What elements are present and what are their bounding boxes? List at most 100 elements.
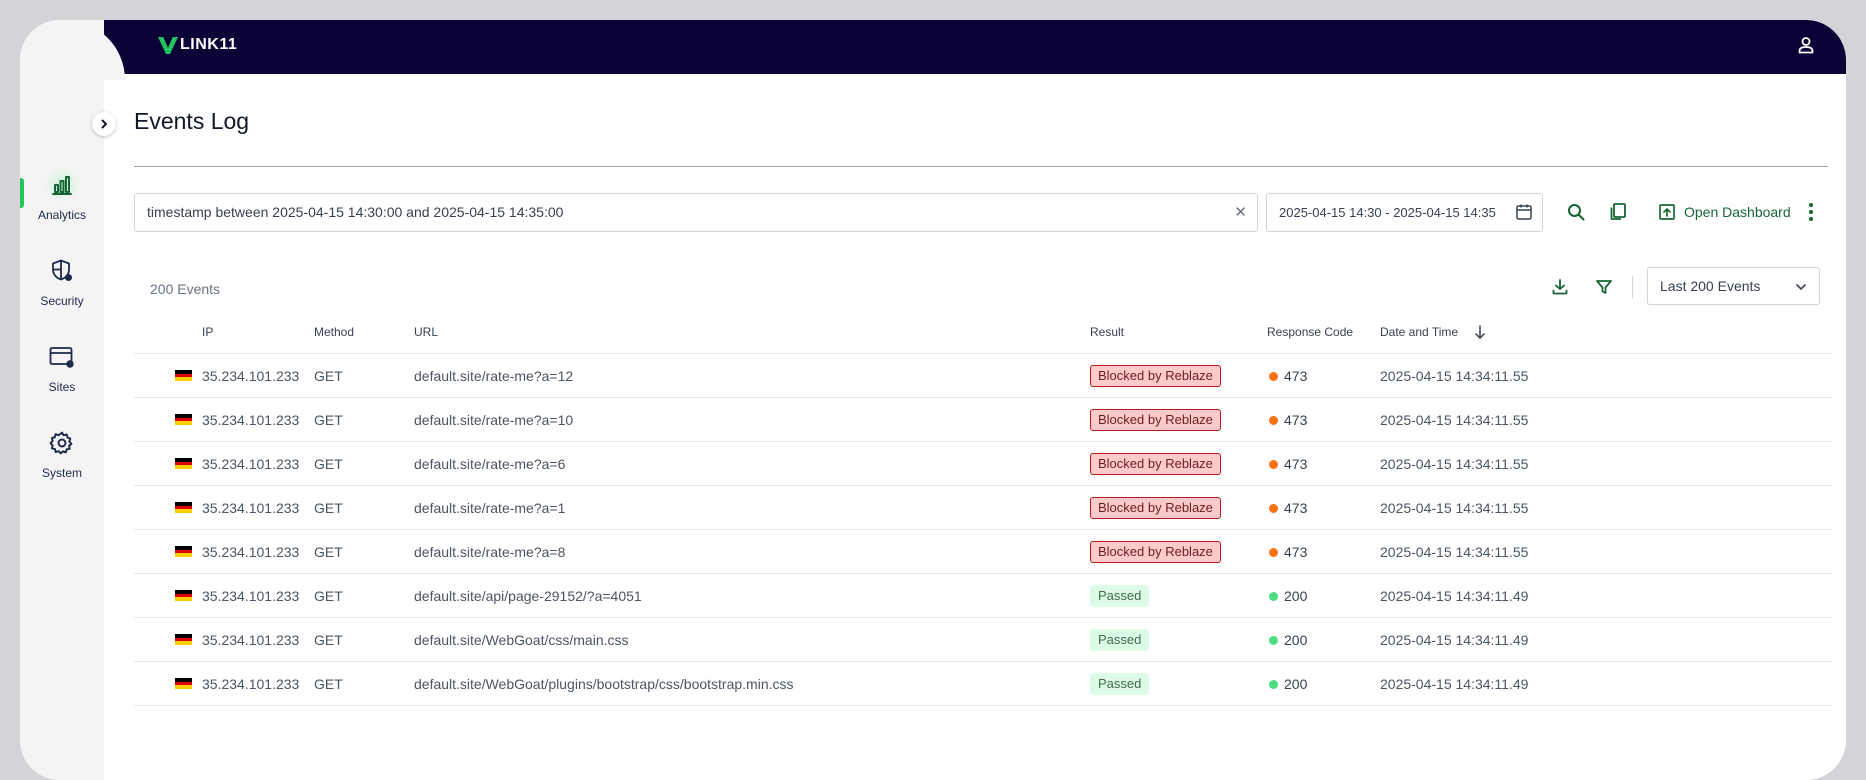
- row-url: default.site/rate-me?a=10: [414, 412, 574, 428]
- germany-flag-icon: [175, 546, 192, 558]
- table-row[interactable]: 35.234.101.233 GET default.site/WebGoat/…: [134, 618, 1832, 662]
- shield-gear-icon: [45, 254, 79, 288]
- row-ip: 35.234.101.233: [202, 544, 300, 560]
- row-response-code: 473: [1284, 412, 1308, 428]
- status-dot: [1269, 372, 1278, 381]
- bar-chart-icon: [45, 168, 79, 202]
- open-external-icon: [1659, 204, 1675, 220]
- result-badge: Blocked by Reblaze: [1090, 453, 1221, 475]
- row-method: GET: [314, 368, 343, 384]
- germany-flag-icon: [175, 370, 192, 382]
- sidebar-item-sites[interactable]: Sites: [20, 340, 104, 394]
- row-response-code: 473: [1284, 544, 1308, 560]
- column-header-ip: IP: [202, 325, 214, 339]
- row-url: default.site/rate-me?a=12: [414, 368, 574, 384]
- events-table: IP Method URL Result Response Code Date …: [134, 310, 1832, 706]
- close-icon[interactable]: ✕: [1234, 194, 1247, 231]
- column-header-date-time[interactable]: Date and Time: [1380, 310, 1485, 354]
- title-divider: [134, 166, 1828, 167]
- table-row[interactable]: 35.234.101.233 GET default.site/rate-me?…: [134, 442, 1832, 486]
- open-dashboard-label: Open Dashboard: [1684, 204, 1791, 220]
- events-limit-value: Last 200 Events: [1660, 278, 1761, 294]
- column-header-result: Result: [1090, 325, 1125, 339]
- logo: LINK11: [158, 36, 237, 54]
- row-date-time: 2025-04-15 14:34:11.55: [1380, 456, 1529, 472]
- download-icon[interactable]: [1548, 275, 1572, 299]
- row-date-time: 2025-04-15 14:34:11.55: [1380, 368, 1529, 384]
- germany-flag-icon: [175, 590, 192, 602]
- table-row[interactable]: 35.234.101.233 GET default.site/rate-me?…: [134, 530, 1832, 574]
- search-query-input[interactable]: timestamp between 2025-04-15 14:30:00 an…: [134, 193, 1258, 232]
- logo-text: LINK11: [180, 36, 238, 53]
- gear-icon: [45, 426, 79, 460]
- column-header-method: Method: [314, 325, 355, 339]
- row-method: GET: [314, 500, 343, 516]
- chevron-right-icon: [101, 119, 107, 129]
- events-count: 200 Events: [150, 281, 221, 297]
- table-row[interactable]: 35.234.101.233 GET default.site/rate-me?…: [134, 486, 1832, 530]
- row-response-code: 473: [1284, 456, 1308, 472]
- result-badge: Blocked by Reblaze: [1090, 497, 1221, 519]
- copy-icon[interactable]: [1606, 200, 1630, 224]
- germany-flag-icon: [175, 502, 192, 514]
- main-content: Events Log timestamp between 2025-04-15 …: [104, 74, 1846, 780]
- calendar-icon: [1516, 204, 1532, 220]
- column-header-date-time-label: Date and Time: [1380, 325, 1459, 339]
- row-url: default.site/api/page-29152/?a=4051: [414, 588, 642, 604]
- sidebar-expand-button[interactable]: [92, 112, 116, 136]
- row-method: GET: [314, 456, 343, 472]
- table-header: IP Method URL Result Response Code Date …: [134, 310, 1832, 354]
- row-url: default.site/WebGoat/css/main.css: [414, 632, 629, 648]
- search-icon[interactable]: [1564, 200, 1588, 224]
- user-icon[interactable]: [1796, 35, 1816, 60]
- search-query-value: timestamp between 2025-04-15 14:30:00 an…: [147, 204, 564, 220]
- page-title: Events Log: [134, 108, 250, 134]
- app-frame: Analytics Security Sites System LINK11 E…: [20, 20, 1846, 780]
- row-ip: 35.234.101.233: [202, 500, 300, 516]
- sidebar-item-analytics[interactable]: Analytics: [20, 168, 104, 222]
- germany-flag-icon: [175, 678, 192, 690]
- table-row[interactable]: 35.234.101.233 GET default.site/rate-me?…: [134, 398, 1832, 442]
- more-options-icon[interactable]: [1801, 200, 1821, 224]
- row-date-time: 2025-04-15 14:34:11.55: [1380, 412, 1529, 428]
- row-ip: 35.234.101.233: [202, 368, 300, 384]
- toolbar-divider: [1632, 276, 1633, 298]
- row-ip: 35.234.101.233: [202, 632, 300, 648]
- row-date-time: 2025-04-15 14:34:11.49: [1380, 632, 1529, 648]
- row-method: GET: [314, 632, 343, 648]
- events-limit-select[interactable]: Last 200 Events: [1647, 267, 1820, 305]
- status-dot: [1269, 592, 1278, 601]
- sidebar-item-label: System: [41, 466, 82, 480]
- status-dot: [1269, 548, 1278, 557]
- sidebar-item-label: Security: [40, 294, 84, 308]
- row-response-code: 473: [1284, 368, 1308, 384]
- date-range-value: 2025-04-15 14:30 - 2025-04-15 14:35: [1279, 205, 1496, 220]
- sidebar-item-system[interactable]: System: [20, 426, 104, 480]
- sidebar-item-security[interactable]: Security: [20, 254, 104, 308]
- row-date-time: 2025-04-15 14:34:11.49: [1380, 588, 1529, 604]
- row-ip: 35.234.101.233: [202, 676, 300, 692]
- status-dot: [1269, 504, 1278, 513]
- row-method: GET: [314, 544, 343, 560]
- sort-arrow-down-icon: [1475, 325, 1485, 339]
- date-range-picker[interactable]: 2025-04-15 14:30 - 2025-04-15 14:35: [1266, 193, 1543, 232]
- row-response-code: 200: [1284, 632, 1308, 648]
- row-response-code: 200: [1284, 588, 1308, 604]
- status-dot: [1269, 680, 1278, 689]
- browser-gear-icon: [45, 340, 79, 374]
- open-dashboard-button[interactable]: Open Dashboard: [1658, 200, 1791, 224]
- table-row[interactable]: 35.234.101.233 GET default.site/rate-me?…: [134, 354, 1832, 398]
- topbar: LINK11: [104, 20, 1846, 74]
- table-row[interactable]: 35.234.101.233 GET default.site/WebGoat/…: [134, 662, 1832, 706]
- result-badge: Passed: [1090, 585, 1150, 607]
- row-method: GET: [314, 412, 343, 428]
- table-row[interactable]: 35.234.101.233 GET default.site/api/page…: [134, 574, 1832, 618]
- filter-icon[interactable]: [1592, 275, 1616, 299]
- sidebar-item-label: Sites: [48, 380, 76, 394]
- result-badge: Passed: [1090, 629, 1150, 651]
- result-badge: Blocked by Reblaze: [1090, 541, 1221, 563]
- logo-mark-icon: [158, 36, 178, 54]
- table-body: 35.234.101.233 GET default.site/rate-me?…: [134, 354, 1832, 706]
- germany-flag-icon: [175, 414, 192, 426]
- row-date-time: 2025-04-15 14:34:11.55: [1380, 500, 1529, 516]
